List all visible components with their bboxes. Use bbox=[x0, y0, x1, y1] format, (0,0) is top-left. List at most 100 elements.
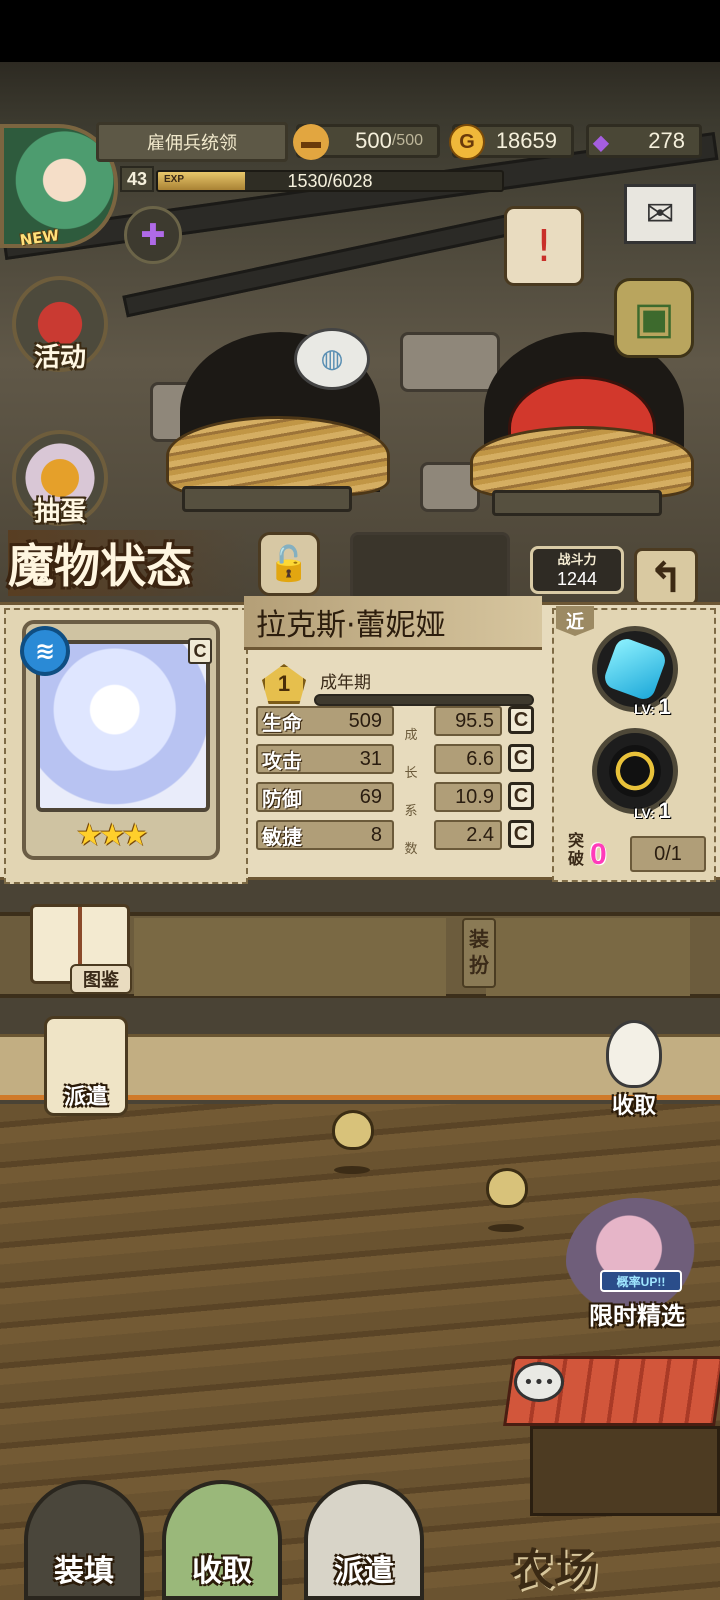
chick-shadow bbox=[334, 1166, 370, 1174]
growth-stage-label: 成年期 bbox=[320, 673, 371, 693]
status-bar-area bbox=[0, 0, 720, 62]
water-element-icon: ≋ bbox=[20, 626, 70, 676]
wall-stone bbox=[400, 332, 500, 392]
growth-caption-char: 成 bbox=[404, 728, 418, 743]
stat-name: 防御 bbox=[262, 786, 302, 811]
player-level: 43 bbox=[120, 166, 154, 192]
dispatch-bottom-label: 派遣 bbox=[334, 1554, 394, 1589]
chick-monster[interactable] bbox=[332, 1110, 374, 1150]
promo-tag: 概率UP!! bbox=[600, 1270, 682, 1292]
skill-level-2: LV: 1 bbox=[634, 798, 714, 824]
collect-label: 收取 bbox=[611, 1094, 656, 1119]
monster-name: 拉克斯·蕾妮娅 bbox=[244, 596, 542, 650]
dispatch-button[interactable]: 派遣 bbox=[44, 1016, 128, 1116]
promo-label: 限时精选 bbox=[589, 1302, 685, 1330]
light-orb-icon bbox=[609, 745, 661, 797]
floor-stone bbox=[350, 532, 510, 602]
egg-hunt-button[interactable]: 抽蛋 bbox=[12, 430, 108, 527]
shelf-slot bbox=[486, 918, 690, 996]
chick-shadow bbox=[488, 1224, 524, 1232]
breakthrough-count: 0 bbox=[590, 838, 607, 871]
panel-title: 魔物状态 bbox=[8, 530, 248, 596]
stat-row-hp: 生命 509 bbox=[256, 706, 394, 736]
growth-grade: C bbox=[508, 782, 534, 810]
collect-button[interactable]: 收取 bbox=[162, 1480, 282, 1600]
stat-row-defense: 防御 69 bbox=[256, 782, 394, 812]
nest-plate-left bbox=[182, 486, 352, 512]
event-label: 活动 bbox=[33, 343, 86, 373]
stat-row-agility: 敏捷 8 bbox=[256, 820, 394, 850]
skill-lv-label: LV: bbox=[634, 701, 655, 717]
gem-counter[interactable]: ◆ 278 bbox=[586, 124, 702, 158]
stat-value: 8 bbox=[370, 823, 382, 846]
monster-rank: C bbox=[188, 638, 212, 664]
skill-lv-value: 1 bbox=[658, 694, 671, 719]
load-button[interactable]: 装填 bbox=[24, 1480, 144, 1600]
stat-name: 攻击 bbox=[262, 748, 302, 773]
exp-text: 1530/6028 bbox=[287, 170, 373, 191]
star-rating: ★★★ bbox=[76, 818, 149, 853]
food-max: /500 bbox=[391, 132, 423, 149]
growth-value-hp: 95.5 bbox=[434, 706, 502, 736]
buy-gems-button[interactable]: ✚ bbox=[124, 206, 182, 264]
growth-caption-char: 系 bbox=[404, 804, 418, 819]
growth-value-agility: 2.4 bbox=[434, 820, 502, 850]
gold-coin-icon: G bbox=[449, 124, 485, 160]
event-button[interactable]: 活动 bbox=[12, 276, 108, 373]
gold-counter[interactable]: G 18659 bbox=[449, 124, 574, 160]
padlock-icon: 🔓 bbox=[267, 544, 311, 584]
skill-lv-value: 1 bbox=[658, 798, 671, 823]
chick-monster[interactable] bbox=[486, 1168, 528, 1208]
egg-arrow-icon bbox=[606, 1020, 662, 1088]
gem-value: 278 bbox=[648, 128, 685, 153]
breakthrough-progress[interactable]: 0/1 bbox=[630, 836, 706, 872]
breakthrough-label: 突破 bbox=[567, 831, 584, 868]
quest-scroll-icon[interactable]: ! bbox=[504, 206, 584, 286]
equip-tab[interactable]: 装扮 bbox=[462, 918, 496, 988]
power-label: 战斗力 bbox=[557, 553, 597, 568]
collect-egg-button[interactable]: 收取 bbox=[592, 1016, 676, 1120]
skill-lv-label: LV: bbox=[634, 805, 655, 821]
back-arrow-icon: ↰ bbox=[648, 552, 684, 602]
bread-icon: ▬ bbox=[293, 124, 329, 160]
stat-value: 509 bbox=[348, 709, 382, 732]
lock-button[interactable]: 🔓 bbox=[258, 532, 320, 596]
codex-label: 图鉴 bbox=[70, 964, 132, 994]
growth-caption-char: 长 bbox=[404, 766, 418, 781]
stat-name: 生命 bbox=[262, 710, 302, 735]
load-label: 装填 bbox=[54, 1554, 114, 1589]
gem-plus-icon: ✚ bbox=[140, 217, 166, 253]
growth-stage-bar bbox=[314, 694, 534, 706]
stat-name: 敏捷 bbox=[262, 824, 302, 849]
collect-label: 收取 bbox=[192, 1554, 252, 1589]
egg-hunt-label: 抽蛋 bbox=[33, 497, 86, 527]
stat-value: 69 bbox=[359, 785, 382, 808]
food-counter[interactable]: ▬ 500/500 bbox=[293, 124, 440, 160]
backpack-icon[interactable]: ▣ bbox=[614, 278, 694, 358]
ice-crystal-icon bbox=[601, 635, 669, 703]
shelf-slot bbox=[134, 918, 446, 996]
purple-gem-icon: ◆ bbox=[593, 131, 609, 154]
nest-right bbox=[470, 426, 694, 498]
chat-bubble-icon[interactable]: ••• bbox=[514, 1362, 564, 1402]
combat-power: 战斗力 1244 bbox=[530, 546, 624, 594]
growth-grade: C bbox=[508, 744, 534, 772]
growth-value-attack: 6.6 bbox=[434, 744, 502, 774]
player-title: 雇佣兵统领 bbox=[96, 122, 288, 162]
mail-icon[interactable]: ✉ bbox=[624, 184, 696, 244]
stat-value: 31 bbox=[359, 747, 382, 770]
dispatch-bottom-button[interactable]: 派遣 bbox=[304, 1480, 424, 1600]
gold-value: 18659 bbox=[495, 128, 557, 153]
farm-barn bbox=[530, 1426, 720, 1516]
farm-label: 农场 bbox=[510, 1545, 598, 1596]
exp-bar: EXP 1530/6028 bbox=[156, 170, 504, 192]
power-value: 1244 bbox=[556, 569, 598, 589]
nest-left bbox=[166, 416, 390, 496]
food-current: 500 bbox=[355, 128, 392, 153]
growth-caption-char: 数 bbox=[404, 842, 418, 857]
growth-value-defense: 10.9 bbox=[434, 782, 502, 812]
skill-level-1: LV: 1 bbox=[634, 694, 714, 720]
back-button[interactable]: ↰ bbox=[634, 548, 698, 606]
egg-hint-bubble-icon: ◍ bbox=[294, 328, 370, 390]
growth-grade: C bbox=[508, 706, 534, 734]
